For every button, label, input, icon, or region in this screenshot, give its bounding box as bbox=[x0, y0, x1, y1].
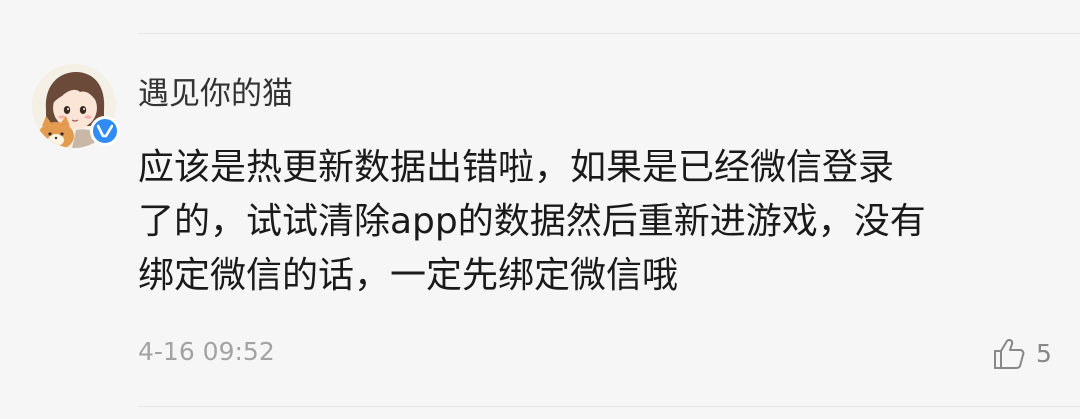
bottom-divider bbox=[137, 406, 1080, 407]
username[interactable]: 遇见你的猫 bbox=[138, 74, 293, 114]
like-count: 5 bbox=[1036, 339, 1052, 368]
verified-icon bbox=[90, 116, 120, 146]
top-divider bbox=[137, 33, 1080, 34]
comment-line: 应该是热更新数据出错啦，如果是已经微信登录 bbox=[138, 147, 895, 188]
like-button[interactable]: 5 bbox=[992, 336, 1052, 372]
comment-line: 绑定微信的话，一定先绑定微信哦 bbox=[138, 255, 679, 296]
comment-timestamp: 4-16 09:52 bbox=[138, 337, 275, 366]
comment-text: 应该是热更新数据出错啦，如果是已经微信登录 了的，试试清除app的数据然后重新进… bbox=[138, 141, 1058, 303]
avatar[interactable] bbox=[32, 64, 120, 150]
thumbs-up-icon bbox=[992, 337, 1026, 371]
comment-line: 了的，试试清除app的数据然后重新进游戏，没有 bbox=[138, 201, 926, 242]
